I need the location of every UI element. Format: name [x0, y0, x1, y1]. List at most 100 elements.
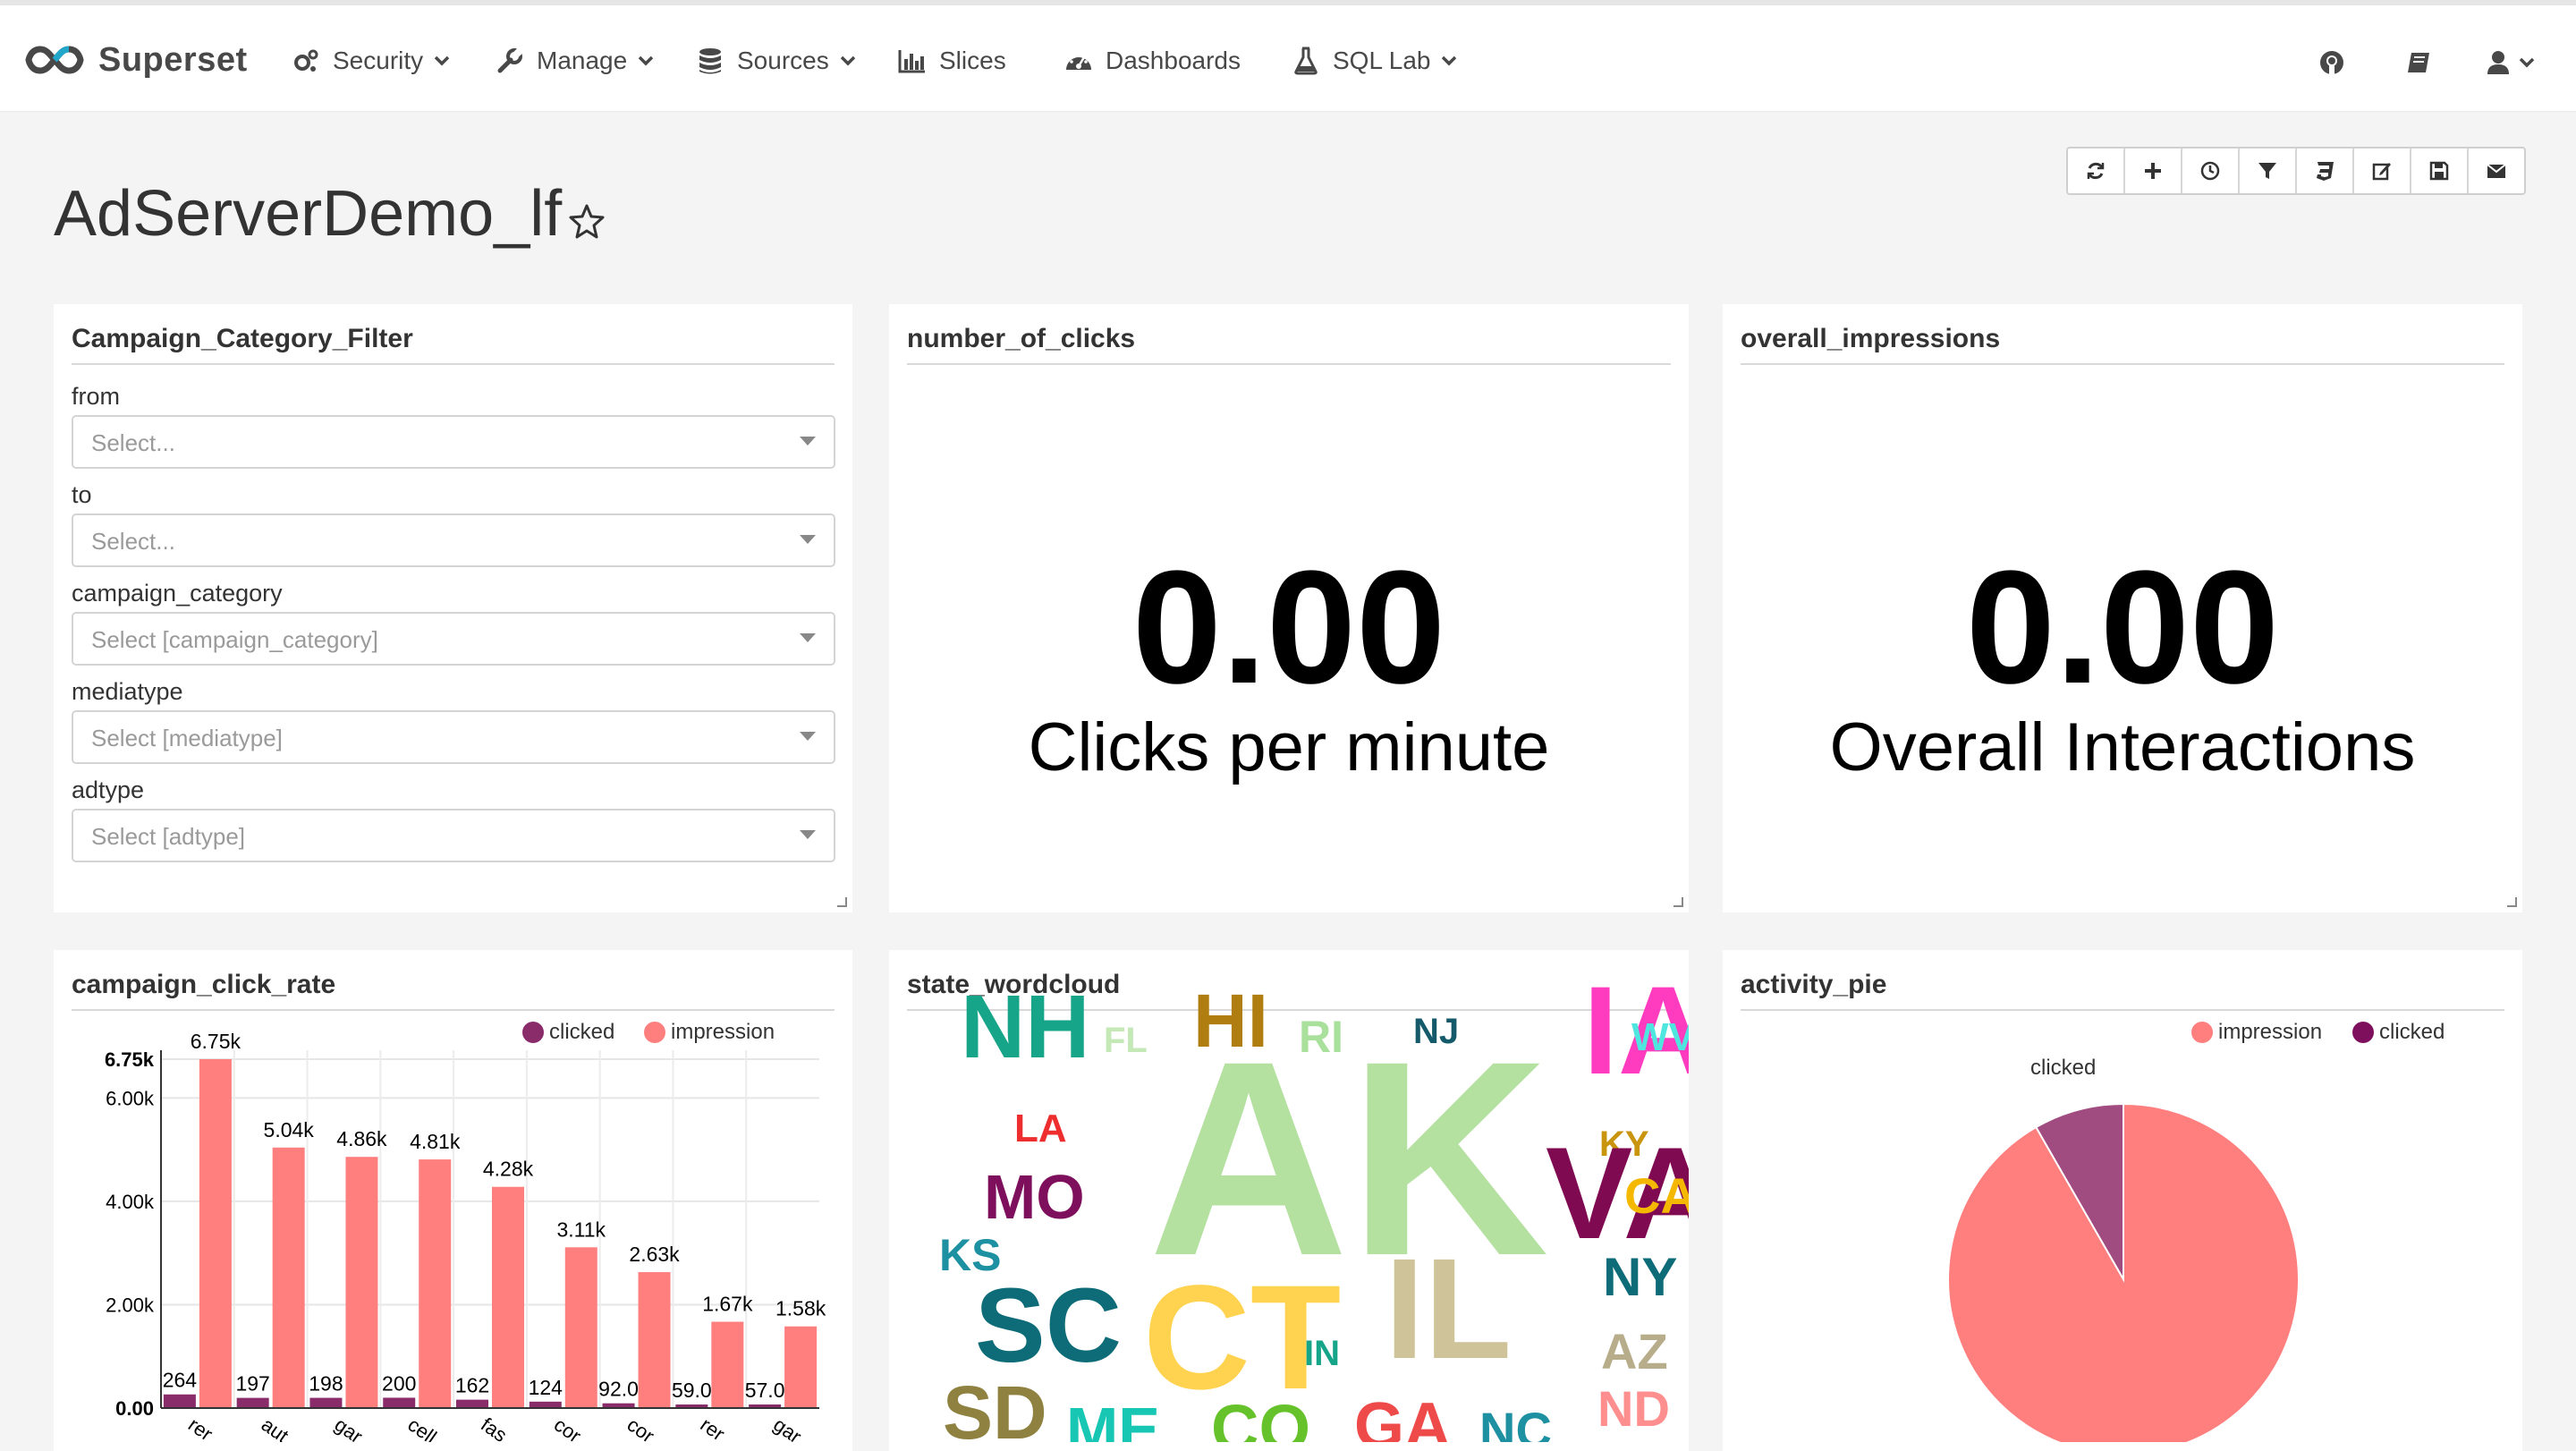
dropdown-arrow-icon	[800, 633, 816, 642]
bar-data-label: 92.0	[598, 1378, 639, 1401]
wrench-icon	[496, 47, 524, 75]
wordcloud-word: CA	[1624, 1167, 1689, 1224]
wordcloud-word: AZ	[1601, 1323, 1668, 1379]
app-name: Superset	[98, 40, 248, 79]
dashboard-toolbar	[2066, 147, 2526, 195]
favorite-star-icon[interactable]	[567, 202, 606, 242]
bar-data-label: 59.0	[672, 1379, 712, 1402]
wordcloud-word: HI	[1193, 979, 1268, 1063]
nav-slices[interactable]: Slices	[898, 41, 1006, 81]
refresh-icon	[2087, 162, 2105, 180]
resize-handle-icon[interactable]	[2506, 896, 2517, 907]
adtype-select[interactable]: Select [adtype]	[72, 809, 835, 862]
refresh-button[interactable]	[2068, 148, 2125, 193]
nav-sqllab[interactable]: SQL Lab	[1292, 41, 1457, 81]
x-tick-label: cell	[403, 1413, 440, 1442]
superset-logo-icon	[25, 46, 84, 74]
github-link[interactable]	[2318, 45, 2345, 81]
cogs-icon	[292, 47, 320, 75]
dropdown-arrow-icon	[800, 535, 816, 544]
big-number-value: 0.00	[1131, 538, 1446, 717]
bar-clicked	[236, 1397, 269, 1408]
select-placeholder: Select [campaign_category]	[91, 626, 378, 653]
x-tick-label: cor	[623, 1413, 658, 1442]
nav-dashboards[interactable]: Dashboards	[1064, 41, 1241, 81]
bar-data-label: 264	[163, 1369, 198, 1392]
y-tick-label: 6.00k	[106, 1087, 155, 1109]
bar-impression	[638, 1272, 671, 1408]
bar-impression	[784, 1326, 818, 1408]
wordcloud-word: NY	[1603, 1247, 1677, 1307]
chevron-down-icon	[2519, 57, 2535, 68]
filter-label-to: to	[72, 481, 92, 508]
wordcloud-word: IL	[1385, 1228, 1512, 1388]
bar-impression	[345, 1157, 378, 1408]
flask-icon	[1292, 47, 1320, 75]
big-number-value: 0.00	[1965, 538, 2280, 717]
resize-handle-icon[interactable]	[1673, 896, 1683, 907]
navbar: Superset Security Manage Sources Slices …	[0, 5, 2576, 111]
resize-handle-icon[interactable]	[836, 896, 847, 907]
from-select[interactable]: Select...	[72, 415, 835, 469]
nav-sources[interactable]: Sources	[696, 41, 856, 81]
filters-button[interactable]	[2240, 148, 2297, 193]
x-tick-label: gar	[769, 1413, 805, 1442]
user-icon	[2487, 51, 2509, 74]
dropdown-arrow-icon	[800, 830, 816, 839]
to-select[interactable]: Select...	[72, 513, 835, 567]
bar-impression	[492, 1186, 524, 1408]
edit-properties-button[interactable]	[2354, 148, 2411, 193]
nav-dashboards-label: Dashboards	[1106, 47, 1241, 74]
select-placeholder: Select...	[91, 528, 175, 555]
save-button[interactable]	[2411, 148, 2469, 193]
y-tick-label: 0.00	[115, 1397, 154, 1420]
bar-data-label: 1.67k	[702, 1293, 753, 1316]
bar-data-label: 5.04k	[264, 1118, 315, 1141]
nav-slices-label: Slices	[939, 47, 1006, 74]
chevron-down-icon	[434, 55, 450, 66]
wordcloud-word: IN	[1304, 1334, 1340, 1373]
bar-clicked	[383, 1397, 416, 1408]
bar-data-label: 200	[382, 1371, 416, 1395]
email-button[interactable]	[2469, 148, 2524, 193]
add-slice-button[interactable]	[2125, 148, 2182, 193]
bar-data-label: 197	[235, 1372, 269, 1396]
nav-manage[interactable]: Manage	[496, 41, 654, 81]
mediatype-select[interactable]: Select [mediatype]	[72, 710, 835, 764]
edit-css-button[interactable]	[2297, 148, 2354, 193]
brand[interactable]: Superset	[25, 38, 248, 82]
panel-title: overall_impressions	[1741, 324, 2001, 353]
nav-sources-label: Sources	[737, 47, 829, 74]
bar-impression	[419, 1159, 452, 1408]
filter-label-from: from	[72, 383, 120, 410]
nav-security[interactable]: Security	[292, 41, 450, 81]
x-tick-label: rer	[184, 1413, 216, 1442]
wordcloud-word: CO	[1211, 1391, 1310, 1442]
envelope-icon	[2487, 164, 2506, 178]
chevron-down-icon	[638, 55, 654, 66]
wordcloud-word: FL	[1104, 1021, 1148, 1060]
nav-manage-label: Manage	[537, 47, 628, 74]
big-number-subheader: Overall Interactions	[1829, 709, 2416, 785]
bar-clicked	[309, 1397, 343, 1408]
bar-data-label: 2.63k	[629, 1243, 680, 1266]
chevron-down-icon	[840, 55, 855, 66]
wordcloud-word: WV	[1631, 1015, 1689, 1059]
dashboard-gauge-icon	[1064, 47, 1093, 75]
click-rate-panel: campaign_click_rate clicked impression 0…	[54, 950, 852, 1451]
documentation-link[interactable]	[2406, 45, 2433, 81]
bar-clicked	[456, 1399, 488, 1408]
campaign-category-select[interactable]: Select [campaign_category]	[72, 612, 835, 666]
x-tick-label: aut	[258, 1413, 292, 1442]
x-tick-label: rer	[696, 1413, 728, 1442]
dropdown-arrow-icon	[800, 437, 816, 445]
clock-icon	[2200, 161, 2220, 181]
refresh-interval-button[interactable]	[2182, 148, 2240, 193]
x-tick-label: fas	[477, 1413, 511, 1442]
wordcloud-word: SD	[943, 1370, 1047, 1442]
edit-icon	[2372, 163, 2391, 181]
filter-label-campaign-category: campaign_category	[72, 580, 283, 607]
bar-clicked	[529, 1401, 562, 1408]
wordcloud-word: GA	[1354, 1390, 1451, 1442]
user-menu[interactable]	[2487, 45, 2535, 81]
